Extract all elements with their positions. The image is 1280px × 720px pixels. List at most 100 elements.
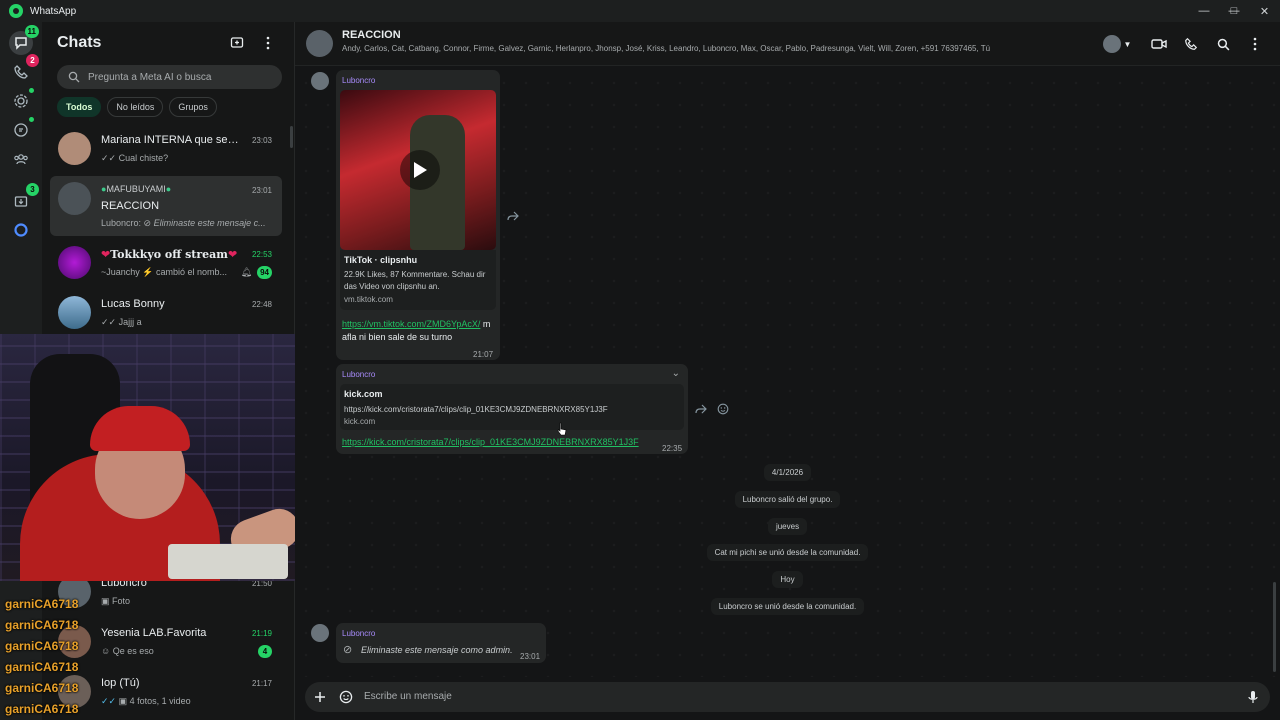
message-time: 21:07 bbox=[473, 350, 494, 359]
chat-time: 22:48 bbox=[251, 300, 272, 309]
system-message: Cat mi pichi se unió desde la comunidad. bbox=[295, 544, 1280, 561]
message-bubble[interactable]: Luboncro ⌄ kick.com https://kick.com/cri… bbox=[336, 364, 688, 454]
chat-item-yesenia[interactable]: Yesenia LAB.Favorita 21:19 ☺ Qe es eso 4 bbox=[50, 619, 282, 671]
calls-icon bbox=[14, 65, 28, 79]
chat-name-text: Tokkkyo off stream bbox=[110, 248, 228, 261]
filter-no-leidos[interactable]: No leídos bbox=[107, 97, 164, 117]
message-bubble[interactable]: Luboncro TikTok · clipsnhu 22.9K Likes, … bbox=[336, 70, 500, 360]
message-composer[interactable]: Escribe un mensaje bbox=[305, 682, 1270, 712]
chats-icon bbox=[15, 37, 27, 50]
group-avatar bbox=[58, 182, 91, 215]
chat-item-mariana[interactable]: Mariana INTERNA que se cre... 23:03 ✓✓ C… bbox=[50, 126, 282, 178]
chat-item-iop[interactable]: Iop (Tú) 21:17 ✓✓ ▣ 4 fotos, 1 video bbox=[50, 669, 282, 720]
status-dot bbox=[29, 88, 34, 93]
emoji-button[interactable] bbox=[337, 688, 355, 706]
conversation-menu-button[interactable] bbox=[1245, 34, 1265, 54]
voice-message-button[interactable] bbox=[1244, 688, 1262, 706]
message-sender[interactable]: Luboncro bbox=[342, 629, 375, 638]
emoji-react-icon[interactable] bbox=[715, 401, 731, 417]
microphone-icon bbox=[1248, 691, 1258, 703]
minimize-glyph-icon[interactable]: — bbox=[1189, 0, 1219, 22]
whatsapp-logo-icon bbox=[9, 4, 23, 18]
search-input[interactable]: Pregunta a Meta AI o busca bbox=[57, 65, 282, 89]
rail-channels[interactable] bbox=[9, 117, 34, 142]
chat-preview: ▣ Foto bbox=[101, 596, 266, 607]
message-time: 23:01 bbox=[520, 652, 541, 661]
rail-status[interactable] bbox=[9, 88, 34, 113]
message-link[interactable]: https://vm.tiktok.com/ZMD6YpAcX/ mafla n… bbox=[342, 318, 494, 344]
chevron-down-icon: ▼ bbox=[1123, 39, 1132, 49]
plus-icon bbox=[315, 692, 325, 702]
preview-description: 22.9K Likes, 87 Kommentare. Schau dir da… bbox=[344, 270, 486, 291]
rail-calls[interactable]: 2 bbox=[9, 54, 39, 84]
rail-communities[interactable] bbox=[9, 147, 33, 171]
message-sender[interactable]: Luboncro bbox=[342, 76, 375, 85]
rail-meta-ai[interactable] bbox=[9, 218, 33, 242]
chat-item-tokkkyo[interactable]: ❤Tokkkyo off stream❤ 22:53 ~Juanchy ⚡ ca… bbox=[50, 240, 282, 292]
muted-bell-icon: 🔔︎ bbox=[240, 267, 252, 277]
search-icon bbox=[68, 71, 80, 83]
chevron-down-icon[interactable]: ⌄ bbox=[672, 368, 680, 379]
menu-button[interactable] bbox=[259, 34, 277, 52]
rail-chats[interactable]: 11 bbox=[9, 25, 39, 55]
kick-link[interactable]: https://kick.com/cristorata7/clips/clip_… bbox=[342, 437, 639, 447]
window-title: WhatsApp bbox=[30, 5, 77, 17]
whatsapp-window: WhatsApp — ✕ □ — 11 2 3 Chats Pregunta a… bbox=[0, 0, 1280, 720]
video-thumbnail[interactable] bbox=[340, 90, 496, 250]
chat-name: Yesenia LAB.Favorita bbox=[101, 627, 207, 639]
chat-list-scrollbar[interactable] bbox=[290, 126, 293, 148]
link-preview[interactable]: TikTok · clipsnhu 22.9K Likes, 87 Kommen… bbox=[340, 250, 496, 310]
participants-button[interactable]: ▼ bbox=[1100, 34, 1134, 54]
conversation-header[interactable]: REACCION Andy, Carlos, Cat, Catbang, Con… bbox=[295, 22, 1280, 66]
streamer-webcam bbox=[0, 334, 325, 581]
tiktok-link[interactable]: https://vm.tiktok.com/ZMD6YpAcX/ bbox=[342, 319, 480, 329]
avatar bbox=[58, 132, 91, 165]
chat-preview-text: Cual chiste? bbox=[118, 153, 169, 163]
rail-archive[interactable]: 3 bbox=[9, 183, 39, 213]
stream-chat-user: garniCA6718 bbox=[5, 660, 79, 674]
chat-item-reaccion[interactable]: ●MAFUBUYAMI● 23:01 REACCION Luboncro: ⊘ … bbox=[50, 176, 282, 236]
new-chat-icon bbox=[230, 37, 244, 48]
forward-icon[interactable] bbox=[693, 401, 709, 417]
forward-icon[interactable] bbox=[505, 208, 521, 224]
system-message: Luboncro se unió desde la comunidad. bbox=[295, 598, 1280, 615]
message-input[interactable]: Escribe un mensaje bbox=[364, 691, 452, 702]
deleted-message-bubble[interactable]: Luboncro ⊘ Eliminaste este mensaje como … bbox=[336, 623, 546, 663]
filter-grupos[interactable]: Grupos bbox=[169, 97, 217, 117]
sender-avatar[interactable] bbox=[311, 72, 329, 90]
attach-button[interactable] bbox=[311, 688, 329, 706]
chat-preview-text: Foto bbox=[112, 596, 131, 606]
filter-todos[interactable]: Todos bbox=[57, 97, 102, 117]
kebab-menu-icon bbox=[266, 36, 270, 50]
message-link[interactable]: https://kick.com/cristorata7/clips/clip_… bbox=[342, 437, 639, 447]
stream-chat-user: garniCA6718 bbox=[5, 702, 79, 716]
link-preview[interactable]: kick.com https://kick.com/cristorata7/cl… bbox=[340, 384, 684, 430]
communities-icon bbox=[14, 154, 28, 165]
video-camera-icon bbox=[1151, 39, 1167, 49]
conversation-scrollbar[interactable] bbox=[1273, 582, 1276, 672]
status-icon bbox=[14, 94, 28, 108]
chat-name: ❤Tokkkyo off stream❤ bbox=[101, 248, 241, 261]
chat-time: 22:53 bbox=[251, 250, 272, 259]
panel-title: Chats bbox=[57, 34, 102, 51]
date-separator-text: 4/1/2026 bbox=[763, 464, 812, 481]
search-chat-button[interactable] bbox=[1213, 34, 1233, 54]
heart-icon-2: ❤ bbox=[227, 249, 238, 261]
video-call-button[interactable] bbox=[1149, 34, 1169, 54]
maximize-icon[interactable]: □ bbox=[1219, 0, 1249, 22]
group-avatar[interactable] bbox=[306, 30, 333, 57]
voice-call-button[interactable] bbox=[1181, 34, 1201, 54]
deleted-icon: ⊘ bbox=[343, 644, 353, 656]
group-title: REACCION bbox=[342, 29, 401, 41]
stream-chat-user: garniCA6718 bbox=[5, 618, 79, 632]
preview-title: kick.com bbox=[344, 389, 383, 399]
sender-avatar[interactable] bbox=[311, 624, 329, 642]
archive-badge: 3 bbox=[26, 183, 39, 196]
close-icon[interactable]: ✕ bbox=[1249, 0, 1280, 22]
system-message-text: Cat mi pichi se unió desde la comunidad. bbox=[706, 544, 869, 561]
chat-preview-text: 4 fotos, 1 video bbox=[129, 696, 191, 706]
message-sender[interactable]: Luboncro bbox=[342, 370, 375, 379]
photo-icon: ▣ bbox=[118, 696, 130, 706]
new-chat-button[interactable] bbox=[228, 34, 246, 52]
play-icon[interactable] bbox=[400, 150, 440, 190]
